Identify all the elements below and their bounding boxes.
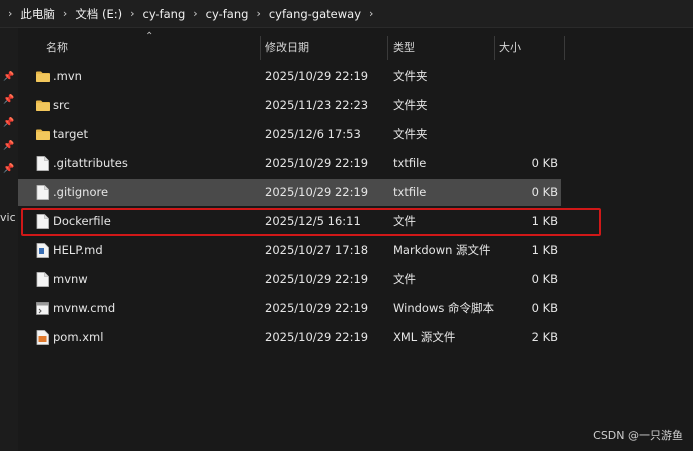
file-name: pom.xml [53,330,104,344]
file-icon [36,272,49,287]
chevron-right-icon[interactable]: › [63,7,67,20]
file-icon [36,185,49,200]
file-size [488,92,558,119]
file-name: .gitattributes [53,156,128,170]
file-name: mvnw.cmd [53,301,116,315]
file-date: 2025/10/29 22:19 [265,156,369,170]
file-name: target [53,127,88,141]
script-file-icon [36,301,49,316]
file-type: 文件夹 [393,69,428,83]
file-size [488,121,558,148]
file-type: txtfile [393,185,427,199]
column-divider[interactable] [564,36,565,60]
column-divider[interactable] [387,36,388,60]
file-date: 2025/10/29 22:19 [265,69,369,83]
chevron-right-icon[interactable]: › [130,7,134,20]
file-size: 0 KB [531,272,558,286]
file-name: .gitignore [53,185,109,199]
file-size: 2 KB [531,330,558,344]
column-header-size[interactable]: 大小 [499,36,521,60]
column-header-type[interactable]: 类型 [393,36,415,60]
file-size: 0 KB [531,156,558,170]
file-size: 0 KB [531,301,558,315]
breadcrumb-item-folder-1[interactable]: cy-fang [143,7,186,21]
file-row[interactable]: pom.xml 2025/10/29 22:19 XML 源文件 2 KB [18,324,561,351]
folder-icon [36,100,50,111]
file-date: 2025/10/29 22:19 [265,301,369,315]
file-icon [36,156,49,171]
breadcrumb-item-drive[interactable]: 文档 (E:) [75,6,122,22]
watermark: CSDN @一只游鱼 [593,429,683,442]
file-type: txtfile [393,156,427,170]
file-type: 文件夹 [393,127,428,141]
chevron-right-icon[interactable]: › [256,7,260,20]
file-type: XML 源文件 [393,330,456,344]
file-type: 文件夹 [393,98,428,112]
sidebar-item-label[interactable]: vic [0,211,16,224]
chevron-right-icon[interactable]: › [369,7,373,20]
file-row[interactable]: src 2025/11/23 22:23 文件夹 [18,92,561,119]
file-row[interactable]: mvnw 2025/10/29 22:19 文件 0 KB [18,266,561,293]
file-row[interactable]: .gitignore 2025/10/29 22:19 txtfile 0 KB [18,179,561,206]
pin-icon: 📌 [3,164,15,174]
file-name: mvnw [53,272,88,286]
breadcrumb-item-folder-2[interactable]: cy-fang [206,7,249,21]
xml-file-icon [36,330,49,345]
markdown-file-icon [36,243,49,258]
file-name: HELP.md [53,243,103,257]
file-date: 2025/10/29 22:19 [265,185,369,199]
column-header-name[interactable]: 名称 [46,36,68,60]
navigation-pane: 📌 📌 📌 📌 📌 vic [0,28,18,451]
file-row[interactable]: target 2025/12/6 17:53 文件夹 [18,121,561,148]
file-name: src [53,98,70,112]
file-size [488,63,558,90]
breadcrumb: › 此电脑 › 文档 (E:) › cy-fang › cy-fang › cy… [0,0,693,28]
pin-icon: 📌 [3,118,15,128]
pin-icon: 📌 [3,95,15,105]
file-row[interactable]: mvnw.cmd 2025/10/29 22:19 Windows 命令脚本 0 KB [18,295,561,322]
column-header-date[interactable]: 修改日期 [265,36,309,60]
file-date: 2025/10/27 17:18 [265,243,369,257]
file-row[interactable]: HELP.md 2025/10/27 17:18 Markdown 源文件 1 KB [18,237,561,264]
sort-ascending-icon: ⌃ [145,31,154,42]
column-divider[interactable] [494,36,495,60]
file-date: 2025/12/6 17:53 [265,127,361,141]
file-date: 2025/10/29 22:19 [265,330,369,344]
column-divider[interactable] [260,36,261,60]
file-row[interactable]: .mvn 2025/10/29 22:19 文件夹 [18,63,561,90]
breadcrumb-item-current[interactable]: cyfang-gateway [269,7,361,21]
file-date: 2025/10/29 22:19 [265,272,369,286]
file-name: .mvn [53,69,82,83]
pin-icon: 📌 [3,141,15,151]
chevron-right-icon[interactable]: › [193,7,197,20]
file-type: Markdown 源文件 [393,243,491,257]
pin-icon: 📌 [3,72,15,82]
file-row[interactable]: .gitattributes 2025/10/29 22:19 txtfile 0 K… [18,150,561,177]
chevron-right-icon[interactable]: › [8,7,12,20]
highlight-box [21,208,601,236]
column-header-row: ⌃ 名称 修改日期 类型 大小 [18,31,578,60]
folder-icon [36,129,50,140]
breadcrumb-item-this-pc[interactable]: 此电脑 [20,6,55,22]
file-type: Windows 命令脚本 [393,301,494,315]
file-type: 文件 [393,272,416,286]
file-date: 2025/11/23 22:23 [265,98,369,112]
file-size: 0 KB [531,185,558,199]
folder-icon [36,71,50,82]
file-size: 1 KB [531,243,558,257]
